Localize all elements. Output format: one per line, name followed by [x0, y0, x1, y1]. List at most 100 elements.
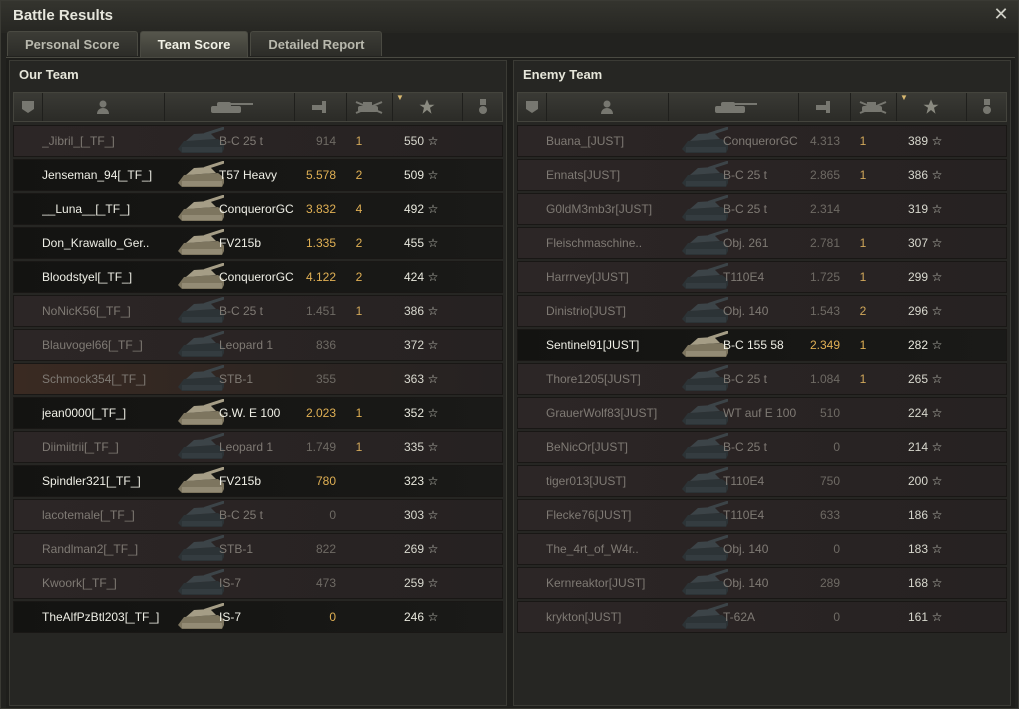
- column-header-medal[interactable]: [966, 93, 1008, 121]
- player-row[interactable]: tiger013[JUST] T110E4 750 200 ☆: [517, 465, 1007, 497]
- player-name: The_4rt_of_W4r..: [546, 542, 639, 556]
- column-header-damage[interactable]: [798, 93, 851, 121]
- xp-value: 296: [907, 304, 928, 318]
- tank-icon: [174, 568, 224, 598]
- player-row[interactable]: Fleischmaschine.. Obj. 261 2.781 1 307 ☆: [517, 227, 1007, 259]
- player-row[interactable]: BeNicOr[JUST] B-C 25 t 0 214 ☆: [517, 431, 1007, 463]
- xp-star-icon: [922, 98, 940, 116]
- player-row[interactable]: Harrrvey[JUST] T110E4 1.725 1 299 ☆: [517, 261, 1007, 293]
- player-row[interactable]: __Luna__[_TF_] ConquerorGC 3.832 4 492 ☆: [13, 193, 503, 225]
- damage-value: 2.349: [809, 338, 840, 352]
- column-header-kills[interactable]: [346, 93, 393, 121]
- player-row[interactable]: Buana_[JUST] ConquerorGC 4.313 1 389 ☆: [517, 125, 1007, 157]
- tank-icon: [678, 330, 728, 360]
- kills-value: [853, 432, 873, 462]
- player-row[interactable]: TheAlfPzBtl203[_TF_] IS-7 0 246 ☆: [13, 601, 503, 633]
- player-row[interactable]: lacotemale[_TF_] B-C 25 t 0 303 ☆: [13, 499, 503, 531]
- xp-value: 307: [907, 236, 928, 250]
- player-row[interactable]: NoNicK56[_TF_] B-C 25 t 1.451 1 386 ☆: [13, 295, 503, 327]
- column-header-kills[interactable]: [850, 93, 897, 121]
- damage-value: 780: [315, 474, 336, 488]
- column-header-damage[interactable]: [294, 93, 347, 121]
- player-row[interactable]: G0ldM3mb3r[JUST] B-C 25 t 2.314 319 ☆: [517, 193, 1007, 225]
- kills-value: 1: [859, 134, 867, 148]
- player-name: tiger013[JUST]: [546, 474, 627, 488]
- tab-personal-score[interactable]: Personal Score: [7, 31, 138, 56]
- player-row[interactable]: Blauvogel66[_TF_] Leopard 1 836 372 ☆: [13, 329, 503, 361]
- player-row[interactable]: Ennats[JUST] B-C 25 t 2.865 1 386 ☆: [517, 159, 1007, 191]
- player-row[interactable]: Sentinel91[JUST] B-C 155 58 2.349 1 282 ☆: [517, 329, 1007, 361]
- player-name: TheAlfPzBtl203[_TF_]: [42, 610, 160, 624]
- tank-icon: [174, 602, 224, 632]
- player-row[interactable]: Don_Krawallo_Ger.. FV215b 1.335 2 455 ☆: [13, 227, 503, 259]
- damage-value: 1.725: [809, 270, 840, 284]
- damage-value: 914: [315, 134, 336, 148]
- tab-bar: Personal Score Team Score Detailed Repor…: [7, 31, 384, 58]
- column-header-tank[interactable]: [164, 93, 295, 121]
- player-row[interactable]: Jenseman_94[_TF_] T57 Heavy 5.578 2 509 ☆: [13, 159, 503, 191]
- column-header-xp[interactable]: ▼: [896, 93, 967, 121]
- title-bar: Battle Results ✕: [1, 1, 1018, 33]
- star-icon: ☆: [931, 372, 943, 386]
- column-header-squad[interactable]: [14, 93, 43, 121]
- player-row[interactable]: Diimiitrii[_TF_] Leopard 1 1.749 1 335 ☆: [13, 431, 503, 463]
- column-header-player[interactable]: [546, 93, 669, 121]
- player-row[interactable]: Spindler321[_TF_] FV215b 780 323 ☆: [13, 465, 503, 497]
- sort-indicator-icon: ▼: [900, 93, 908, 102]
- star-icon: ☆: [427, 576, 439, 590]
- medal-icon: [982, 99, 992, 115]
- player-row[interactable]: The_4rt_of_W4r.. Obj. 140 0 183 ☆: [517, 533, 1007, 565]
- sort-indicator-icon: ▼: [396, 93, 404, 102]
- column-header-squad[interactable]: [518, 93, 547, 121]
- column-header-medal[interactable]: [462, 93, 504, 121]
- medal-icon: [478, 99, 488, 115]
- player-row[interactable]: Thore1205[JUST] B-C 25 t 1.084 1 265 ☆: [517, 363, 1007, 395]
- player-row[interactable]: Kernreaktor[JUST] Obj. 140 289 168 ☆: [517, 567, 1007, 599]
- player-row[interactable]: Flecke76[JUST] T110E4 633 186 ☆: [517, 499, 1007, 531]
- xp-value: 455: [403, 236, 424, 250]
- kills-value: [349, 602, 369, 632]
- kills-value: 2: [859, 304, 867, 318]
- star-icon: ☆: [427, 134, 439, 148]
- player-name: Fleischmaschine..: [546, 236, 643, 250]
- player-row[interactable]: krykton[JUST] T-62A 0 161 ☆: [517, 601, 1007, 633]
- xp-value: 269: [403, 542, 424, 556]
- tank-icon: [678, 194, 728, 224]
- damage-value: 0: [833, 542, 840, 556]
- tank-icon: [174, 296, 224, 326]
- tank-icon: [174, 228, 224, 258]
- close-icon[interactable]: ✕: [992, 5, 1010, 23]
- tab-team-score[interactable]: Team Score: [139, 31, 249, 58]
- kills-value: [349, 466, 369, 496]
- player-row[interactable]: GrauerWolf83[JUST] WT auf E 100 510 224 ☆: [517, 397, 1007, 429]
- column-header-player[interactable]: [42, 93, 165, 121]
- tank-icon: [174, 330, 224, 360]
- kills-value: [349, 364, 369, 394]
- column-header-xp[interactable]: ▼: [392, 93, 463, 121]
- kills-value: [853, 602, 873, 632]
- player-row[interactable]: Schmock354[_TF_] STB-1 355 363 ☆: [13, 363, 503, 395]
- team-score-content: Our Team ▼ _Jibril_[_TF_] B-C 25 t 914 1 550…: [6, 57, 1015, 708]
- star-icon: ☆: [931, 236, 943, 250]
- tank-icon: [174, 262, 224, 292]
- player-row[interactable]: Bloodstyel[_TF_] ConquerorGC 4.122 2 424 ☆: [13, 261, 503, 293]
- tank-name: Obj. 261: [723, 236, 769, 250]
- star-icon: ☆: [931, 134, 943, 148]
- player-row[interactable]: _Jibril_[_TF_] B-C 25 t 914 1 550 ☆: [13, 125, 503, 157]
- squad-icon: [525, 100, 539, 114]
- kills-value: [349, 330, 369, 360]
- star-icon: ☆: [931, 168, 943, 182]
- tank-name: WT auf E 100: [723, 406, 797, 420]
- star-icon: ☆: [931, 474, 943, 488]
- star-icon: ☆: [427, 440, 439, 454]
- column-header-tank[interactable]: [668, 93, 799, 121]
- xp-value: 303: [403, 508, 424, 522]
- damage-value: 289: [819, 576, 840, 590]
- tank-icon: [678, 534, 728, 564]
- player-row[interactable]: jean0000[_TF_] G.W. E 100 2.023 1 352 ☆: [13, 397, 503, 429]
- player-row[interactable]: Randlman2[_TF_] STB-1 822 269 ☆: [13, 533, 503, 565]
- player-row[interactable]: Kwoork[_TF_] IS-7 473 259 ☆: [13, 567, 503, 599]
- star-icon: ☆: [931, 440, 943, 454]
- tab-detailed-report[interactable]: Detailed Report: [250, 31, 383, 56]
- player-row[interactable]: Dinistrio[JUST] Obj. 140 1.543 2 296 ☆: [517, 295, 1007, 327]
